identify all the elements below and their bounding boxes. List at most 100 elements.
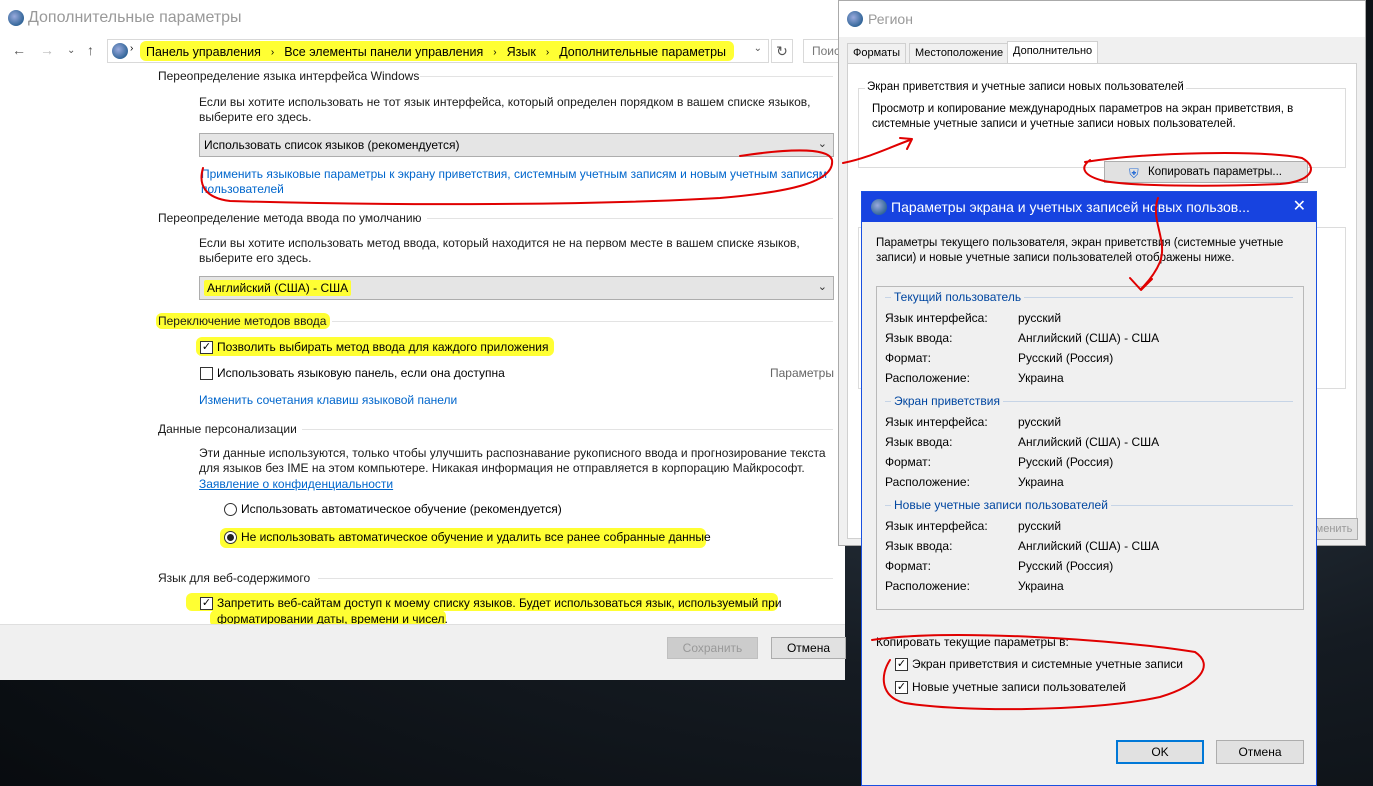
ui-language-select-value: Использовать список языков (рекомендуетс…	[204, 138, 460, 152]
breadcrumb-item[interactable]: Панель управления	[146, 45, 261, 59]
dialog-cancel-button[interactable]: Отмена	[1216, 740, 1304, 764]
divider	[318, 578, 833, 579]
personalization-description: Эти данные используются, только чтобы ул…	[199, 446, 826, 475]
divider	[427, 218, 833, 219]
privacy-statement-link[interactable]: Заявление о конфиденциальности	[199, 477, 393, 492]
breadcrumb-item[interactable]: Все элементы панели управления	[284, 45, 483, 59]
close-icon[interactable]: ✕	[1293, 196, 1306, 216]
row-key: Формат:	[885, 351, 931, 365]
input-method-select[interactable]: Английский (США) - США ⌄	[199, 276, 834, 300]
row-value: Русский (Россия)	[1018, 351, 1114, 365]
chevron-right-icon: ›	[493, 46, 497, 58]
dialog-title-bar: Параметры экрана и учетных записей новых…	[862, 192, 1316, 222]
address-bar[interactable]: › Панель управления › Все элементы панели…	[107, 39, 769, 63]
button-bar: Сохранить Отмена	[0, 624, 846, 680]
row-value: русский	[1018, 311, 1062, 325]
no-auto-learning-radio[interactable]	[224, 531, 237, 544]
group-heading-current-user: Текущий пользователь	[891, 290, 1025, 304]
ui-language-description: Если вы хотите использовать не тот язык …	[199, 95, 811, 124]
row-key: Формат:	[885, 455, 931, 469]
copy-settings-label: Копировать параметры...	[1148, 166, 1282, 178]
per-app-input-label: Позволить выбирать метод ввода для каждо…	[217, 340, 549, 354]
divider	[302, 429, 833, 430]
title-bar: Дополнительные параметры	[0, 0, 845, 36]
input-method-description: Если вы хотите использовать метод ввода,…	[199, 236, 800, 265]
forward-arrow-icon[interactable]: →	[40, 42, 54, 58]
auto-learning-label: Использовать автоматическое обучение (ре…	[241, 502, 562, 516]
block-web-language-label: Запретить веб-сайтам доступ к моему спис…	[217, 596, 782, 610]
group-heading-welcome-screen: Экран приветствия	[891, 394, 1004, 408]
row-value: Украина	[1018, 579, 1064, 593]
row-value: Английский (США) - США	[1018, 435, 1160, 449]
welcome-group-heading: Экран приветствия и учетные записи новых…	[865, 81, 1186, 93]
per-app-input-checkbox[interactable]: ✓	[200, 341, 213, 354]
breadcrumb-item[interactable]: Язык	[507, 45, 536, 59]
globe-icon	[871, 199, 887, 215]
globe-icon	[847, 11, 863, 27]
advanced-settings-window: Дополнительные параметры ← → ⌄ ↑ › Панел…	[0, 0, 846, 680]
group-heading-new-accounts: Новые учетные записи пользователей	[891, 498, 1111, 512]
chevron-down-icon: ⌄	[817, 138, 827, 150]
row-key: Язык интерфейса:	[885, 519, 988, 533]
web-content-heading: Язык для веб-содержимого	[158, 571, 311, 585]
change-hotkeys-link[interactable]: Изменить сочетания клавиш языковой панел…	[199, 393, 457, 408]
row-value: Английский (США) - США	[1018, 331, 1160, 345]
window-title: Дополнительные параметры	[28, 9, 242, 26]
apply-to-welcome-screen-link[interactable]: Применить языковые параметры к экрану пр…	[201, 167, 833, 197]
row-key: Расположение:	[885, 579, 970, 593]
row-key: Расположение:	[885, 475, 970, 489]
breadcrumb-item[interactable]: Дополнительные параметры	[559, 45, 726, 59]
ok-button[interactable]: OK	[1116, 740, 1204, 764]
input-method-select-value: Английский (США) - США	[204, 280, 352, 296]
row-value: русский	[1018, 415, 1062, 429]
row-value: Украина	[1018, 371, 1064, 385]
language-bar-options-link[interactable]: Параметры	[770, 366, 834, 380]
input-method-heading: Переопределение метода ввода по умолчани…	[158, 211, 422, 225]
row-key: Язык ввода:	[885, 435, 953, 449]
save-button[interactable]: Сохранить	[667, 637, 758, 659]
row-key: Язык ввода:	[885, 331, 953, 345]
welcome-group-description: Просмотр и копирование международных пар…	[872, 103, 1294, 130]
cancel-button[interactable]: Отмена	[771, 637, 846, 659]
copy-settings-button[interactable]: ⛨ Копировать параметры...	[1104, 161, 1308, 183]
control-panel-icon	[112, 43, 128, 59]
row-key: Язык ввода:	[885, 539, 953, 553]
up-arrow-icon[interactable]: ↑	[87, 42, 94, 58]
copy-welcome-checkbox[interactable]: ✓	[895, 658, 908, 671]
apply-button[interactable]: менить	[1310, 518, 1358, 540]
address-row: ← → ⌄ ↑ › Панель управления › Все элемент…	[0, 36, 845, 66]
personalization-heading: Данные персонализации	[158, 422, 297, 436]
row-key: Язык интерфейса:	[885, 415, 988, 429]
ui-language-heading: Переопределение языка интерфейса Windows	[158, 69, 420, 83]
welcome-settings-dialog: Параметры экрана и учетных записей новых…	[861, 191, 1317, 786]
dialog-intro: Параметры текущего пользователя, экран п…	[876, 237, 1284, 264]
copy-new-accounts-checkbox[interactable]: ✓	[895, 681, 908, 694]
language-bar-checkbox[interactable]	[200, 367, 213, 380]
breadcrumb-chevron-icon: ›	[130, 43, 134, 54]
tab-advanced[interactable]: Дополнительно	[1007, 41, 1099, 64]
row-value: Русский (Россия)	[1018, 559, 1114, 573]
switch-methods-heading: Переключение методов ввода	[156, 313, 331, 329]
copy-welcome-label: Экран приветствия и системные учетные за…	[912, 657, 1183, 671]
chevron-right-icon: ›	[545, 46, 550, 58]
recent-chevron-icon[interactable]: ⌄	[67, 45, 75, 56]
tab-location[interactable]: Местоположение	[909, 43, 1010, 63]
row-value: русский	[1018, 519, 1062, 533]
block-web-language-checkbox[interactable]: ✓	[200, 597, 213, 610]
region-title: Регион	[868, 11, 913, 27]
shield-icon: ⛨	[1129, 166, 1139, 181]
copy-to-heading: Копировать текущие параметры в:	[876, 635, 1069, 649]
row-value: Английский (США) - США	[1018, 539, 1160, 553]
refresh-icon[interactable]: ↻	[771, 39, 793, 63]
address-dropdown-icon[interactable]: ⌄	[754, 43, 762, 54]
ui-language-select[interactable]: Использовать список языков (рекомендуетс…	[199, 133, 834, 157]
chevron-down-icon: ⌄	[817, 281, 827, 293]
auto-learning-radio[interactable]	[224, 503, 237, 516]
dialog-title: Параметры экрана и учетных записей новых…	[891, 199, 1250, 215]
chevron-right-icon: ›	[270, 46, 275, 58]
language-bar-label: Использовать языковую панель, если она д…	[217, 366, 505, 380]
tab-formats[interactable]: Форматы	[847, 43, 906, 63]
row-key: Расположение:	[885, 371, 970, 385]
back-arrow-icon[interactable]: ←	[12, 42, 26, 58]
language-icon	[8, 10, 24, 26]
